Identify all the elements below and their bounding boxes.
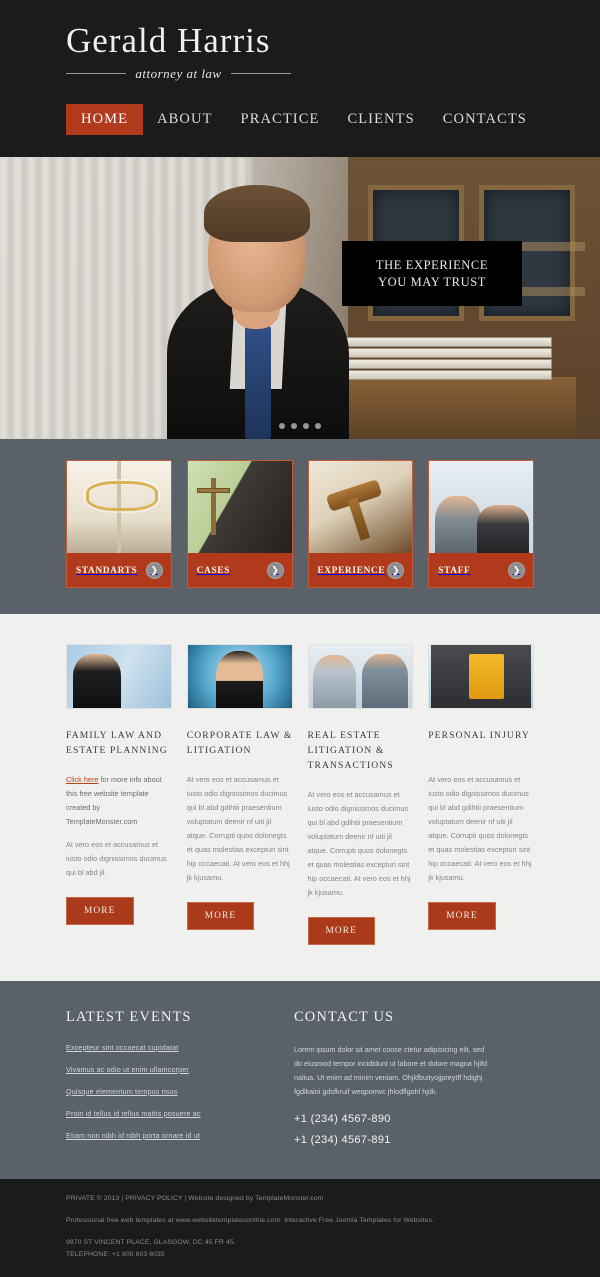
feature-card-title: STANDARTS [76, 565, 138, 575]
hero-dot-3[interactable] [303, 423, 309, 429]
practice-column-family-law: FAMILY LAW AND ESTATE PLANNING Click her… [66, 644, 172, 945]
practice-column-image [428, 644, 534, 709]
practice-column-heading: CORPORATE LAW & LITIGATION [186, 730, 293, 756]
practice-column-body: At vero eos et accusamus et iusto odio d… [307, 789, 411, 897]
chevron-right-icon: ❯ [266, 561, 284, 579]
practice-column-heading: REAL ESTATE LITIGATION & TRANSACTIONS [307, 730, 394, 771]
more-button-family-law[interactable]: MORE [66, 897, 134, 925]
hero-dot-2[interactable] [291, 423, 297, 429]
feature-card-title: CASES [196, 565, 231, 575]
nav-item-practice[interactable]: PRACTICE [227, 104, 334, 135]
main-navigation: HOME ABOUT PRACTICE CLIENTS CONTACTS [66, 104, 541, 135]
practice-column-heading: PERSONAL INJURY [428, 730, 530, 741]
feature-card-standarts[interactable]: STANDARTS ❯ [66, 460, 172, 588]
hero-caption: THE EXPERIENCE YOU MAY TRUST [342, 241, 522, 306]
practice-column-corporate-law: CORPORATE LAW & LITIGATION At vero eos e… [186, 644, 293, 945]
practice-column-body: At vero eos et accusamus et iusto odio d… [66, 840, 167, 877]
practice-column-image [307, 644, 414, 709]
hero-caption-line2: YOU MAY TRUST [377, 274, 487, 289]
feature-card-cases[interactable]: CASES ❯ [186, 460, 293, 588]
more-button-real-estate[interactable]: MORE [307, 916, 375, 945]
practice-column-body: At vero eos et accusamus et iusto odio d… [428, 775, 532, 882]
footer-telephone: TELEPHONE: +1 800 603 6035 [66, 1251, 165, 1259]
footer-latest-events: LATEST EVENTS Excepteur sint occaecat cu… [66, 1009, 246, 1155]
contact-us-heading: CONTACT US [294, 1008, 395, 1025]
click-here-link[interactable]: Click here [66, 775, 98, 784]
feature-card-image [308, 461, 413, 553]
templates-credit-line: Professional free web templates at www.w… [66, 1216, 435, 1224]
hero-dot-1[interactable] [279, 423, 285, 429]
feature-card-image [187, 461, 292, 553]
practice-column-image [186, 644, 293, 709]
hero-slider[interactable]: THE EXPERIENCE YOU MAY TRUST [0, 157, 600, 439]
brand-name: Gerald Harris [66, 21, 271, 60]
footer-address: 9870 ST VINCENT PLACE, GLASGOW, DC 45 FR… [66, 1239, 236, 1247]
figure-tie [245, 326, 271, 439]
feature-card-label: STANDARTS ❯ [67, 553, 171, 587]
chevron-right-icon: ❯ [508, 561, 525, 579]
practice-column-image [66, 644, 172, 709]
practice-column-personal-injury: PERSONAL INJURY At vero eos et accusamus… [428, 644, 534, 945]
feature-card-image [67, 461, 171, 553]
chevron-right-icon: ❯ [145, 561, 163, 579]
feature-card-title: STAFF [438, 565, 471, 575]
feature-card-label: EXPERIENCE ❯ [309, 553, 413, 587]
hero-lawyer-figure [150, 157, 366, 439]
brand-rule-right [230, 73, 291, 74]
contact-phone-2[interactable]: +1 (234) 4567-891 [294, 1134, 494, 1146]
feature-card-staff[interactable]: STAFF ❯ [428, 460, 534, 588]
practice-column-heading: FAMILY LAW AND ESTATE PLANNING [66, 730, 168, 756]
copyright-line: PRIVATE © 2013 | PRIVACY POLICY | Websit… [66, 1194, 324, 1202]
more-button-personal-injury[interactable]: MORE [428, 902, 496, 930]
footer-bottom-bar: PRIVATE © 2013 | PRIVACY POLICY | Websit… [0, 1178, 600, 1277]
book [336, 358, 552, 369]
practice-areas-section: FAMILY LAW AND ESTATE PLANNING Click her… [0, 614, 600, 981]
brand-block[interactable]: Gerald Harris attorney at law [0, 0, 600, 82]
brand-rule-left [66, 73, 127, 74]
nav-item-home[interactable]: HOME [66, 104, 144, 135]
practice-column-promo: Click here for more info about this free… [66, 773, 172, 829]
brand-subtitle: attorney at law [66, 66, 291, 82]
feature-card-label: CASES ❯ [188, 553, 292, 587]
feature-cards-section: STANDARTS ❯ CASES ❯ EXPERIENCE ❯ STAFF ❯ [0, 439, 600, 614]
hero-dot-4[interactable] [315, 423, 321, 429]
nav-item-contacts[interactable]: CONTACTS [429, 104, 541, 135]
chevron-right-icon: ❯ [387, 561, 405, 579]
nav-item-clients[interactable]: CLIENTS [333, 104, 428, 135]
contact-us-text: Lorem ipsum dolor sit amet conse ctetur … [294, 1044, 487, 1096]
feature-card-experience[interactable]: EXPERIENCE ❯ [307, 460, 414, 588]
more-button-corporate-law[interactable]: MORE [186, 902, 255, 930]
contact-phone-1[interactable]: +1 (234) 4567-890 [294, 1113, 494, 1125]
practice-areas-columns: FAMILY LAW AND ESTATE PLANNING Click her… [66, 644, 534, 945]
hero-pagination [279, 423, 321, 429]
site-header: Gerald Harris attorney at law HOME ABOUT… [0, 0, 600, 157]
book [336, 336, 552, 347]
practice-column-real-estate: REAL ESTATE LITIGATION & TRANSACTIONS At… [307, 644, 414, 945]
event-link-1[interactable]: Excepteur sint occaecat cupidatat [66, 1043, 246, 1053]
book [336, 347, 552, 358]
webpage-root: Gerald Harris attorney at law HOME ABOUT… [0, 0, 600, 1277]
feature-card-image [429, 461, 533, 553]
feature-card-label: STAFF ❯ [429, 553, 533, 587]
feature-card-title: EXPERIENCE [317, 565, 386, 575]
nav-item-about[interactable]: ABOUT [143, 104, 226, 135]
book [336, 369, 552, 380]
feature-cards: STANDARTS ❯ CASES ❯ EXPERIENCE ❯ STAFF ❯ [0, 460, 600, 588]
brand-tagline: attorney at law [135, 65, 222, 81]
event-link-5[interactable]: Etiam non nibh id nibh porta ornare id u… [66, 1131, 246, 1141]
event-link-2[interactable]: Vivamus ac odio ut enim ullamcorper [66, 1065, 246, 1075]
hero-books [336, 336, 552, 380]
footer-contact-us: CONTACT US Lorem ipsum dolor sit amet co… [294, 1009, 494, 1155]
latest-events-heading: LATEST EVENTS [66, 1008, 192, 1025]
practice-column-body: At vero eos et accusamus et iusto odio d… [186, 775, 290, 882]
site-footer: LATEST EVENTS Excepteur sint occaecat cu… [0, 980, 600, 1179]
figure-hair [204, 185, 310, 242]
event-link-4[interactable]: Proin id tellus id tellus mattis posuere… [66, 1109, 246, 1119]
hero-caption-line1: THE EXPERIENCE [375, 257, 489, 272]
